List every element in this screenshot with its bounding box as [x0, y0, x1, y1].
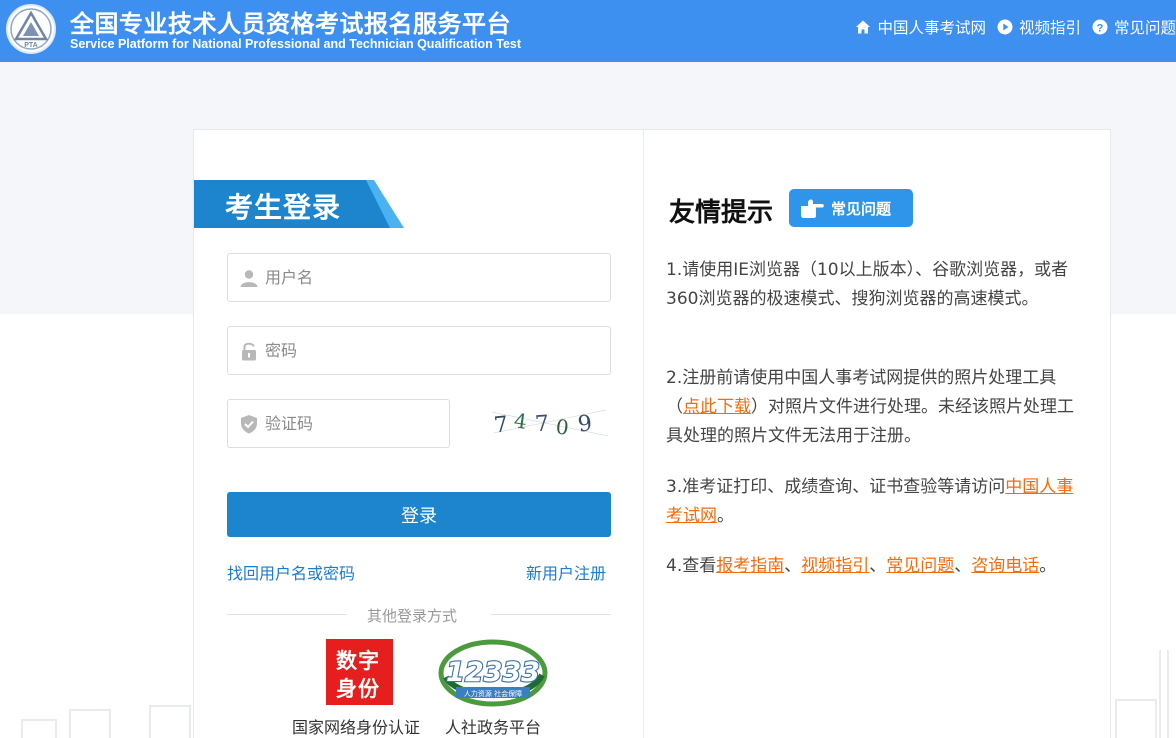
- tip-item-2: 2.注册前请使用中国人事考试网提供的照片处理工具（点此下载）对照片文件进行处理。…: [666, 364, 1090, 451]
- password-input[interactable]: [265, 327, 610, 374]
- tip-4-sep-1: 、: [784, 556, 802, 576]
- username-field[interactable]: [227, 253, 611, 302]
- tip-3-text-after: 。: [717, 506, 734, 526]
- captcha-char: 7: [534, 411, 550, 437]
- tip-4-sep-2: 、: [869, 556, 887, 576]
- user-icon: [240, 269, 258, 287]
- tip-item-1: 1.请使用IE浏览器（10以上版本）、谷歌浏览器，或者360浏览器的极速模式、搜…: [666, 260, 1069, 309]
- nav-faq-label: 常见问题: [1113, 19, 1176, 37]
- tip-3-text-before: 3.准考证打印、成绩查询、证书查验等请访问: [666, 477, 1006, 497]
- faq-link[interactable]: 常见问题: [886, 556, 954, 576]
- 12333-logo-text: 12333: [446, 657, 540, 688]
- divider-left: [227, 614, 347, 615]
- divider-right: [491, 614, 611, 615]
- exam-guide-link[interactable]: 报考指南: [716, 556, 784, 576]
- tip-4-text-before: 4.查看: [666, 556, 717, 576]
- lock-icon: [242, 342, 256, 360]
- login-button[interactable]: 登录: [227, 492, 611, 537]
- pointing-hand-icon: [801, 199, 824, 218]
- nav-faq-link[interactable]: ? 常见问题: [1092, 16, 1176, 38]
- 12333-login-button[interactable]: 12333 人力资源 社会保障: [438, 637, 549, 707]
- site-subtitle: Service Platform for National Profession…: [70, 37, 522, 51]
- pta-logo-text: PTA: [24, 42, 37, 49]
- pta-logo[interactable]: PTA: [6, 4, 56, 54]
- captcha-char: 7: [493, 412, 510, 438]
- shield-check-icon: [241, 414, 257, 433]
- captcha-input[interactable]: [265, 400, 465, 447]
- login-tab-header: 考生登录: [194, 180, 404, 228]
- top-header: PTA 全国专业技术人员资格考试报名服务平台 Service Platform …: [0, 0, 1176, 62]
- username-input[interactable]: [265, 254, 610, 301]
- 12333-logo-subtext: 人力资源 社会保障: [464, 689, 522, 698]
- password-field[interactable]: [227, 326, 611, 375]
- photo-tool-download-link[interactable]: 点此下载: [683, 397, 751, 417]
- login-tab-title: 考生登录: [225, 191, 342, 224]
- home-icon: [856, 20, 871, 34]
- faq-badge-label: 常见问题: [831, 200, 892, 218]
- digital-id-caption: 国家网络身份认证: [292, 718, 421, 737]
- digital-id-login-button[interactable]: 数字 身份: [326, 639, 393, 705]
- digital-id-logo-text-1: 数字: [336, 649, 380, 673]
- question-icon: ?: [1092, 19, 1108, 35]
- play-icon: [997, 19, 1013, 35]
- login-card: 考生登录 7 4 7: [193, 129, 1111, 738]
- tip-4-sep-3: 、: [954, 556, 972, 576]
- tip-4-text-after: 。: [1039, 556, 1057, 576]
- other-login-label: 其他登录方式: [367, 607, 458, 625]
- nav-cpta-label: 中国人事考试网: [877, 19, 986, 37]
- register-link[interactable]: 新用户注册: [526, 560, 606, 584]
- nav-cpta-link[interactable]: 中国人事考试网: [855, 16, 986, 38]
- svg-text:?: ?: [1097, 22, 1104, 34]
- nav-video-guide-label: 视频指引: [1018, 19, 1081, 37]
- tip-item-4: 4.查看报考指南、视频指引、常见问题、咨询电话。: [666, 552, 1090, 581]
- captcha-char: 0: [555, 414, 570, 439]
- video-guide-link[interactable]: 视频指引: [801, 556, 869, 576]
- tip-item-3: 3.准考证打印、成绩查询、证书查验等请访问中国人事考试网。: [666, 473, 1090, 531]
- captcha-field[interactable]: [227, 399, 465, 448]
- digital-id-logo-text-2: 身份: [336, 677, 380, 701]
- faq-badge-button[interactable]: 常见问题: [789, 189, 913, 227]
- hotline-link[interactable]: 咨询电话: [971, 556, 1039, 576]
- top-nav: 中国人事考试网 视频指引 ? 常见问题: [844, 16, 1176, 38]
- captcha-image[interactable]: 7 4 7 0 9: [490, 400, 611, 445]
- find-account-link[interactable]: 找回用户名或密码: [227, 560, 355, 584]
- tips-title: 友情提示: [669, 198, 774, 228]
- nav-video-guide-link[interactable]: 视频指引: [997, 16, 1081, 38]
- site-title: 全国专业技术人员资格考试报名服务平台: [70, 10, 511, 38]
- 12333-caption: 人社政务平台: [445, 718, 542, 737]
- card-divider: [643, 130, 644, 738]
